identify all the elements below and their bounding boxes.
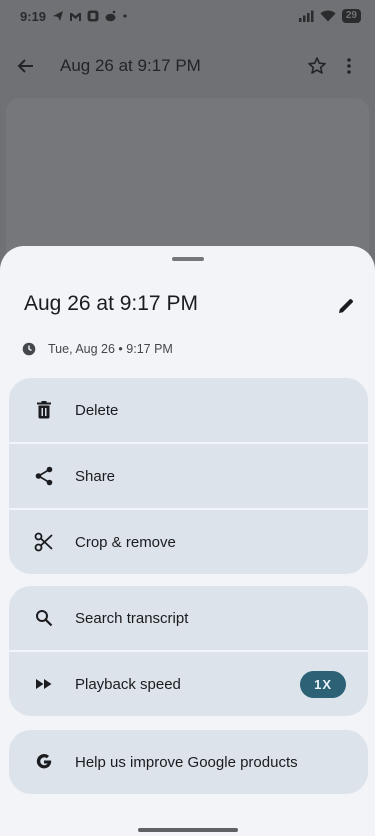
search-icon — [33, 607, 55, 629]
back-button[interactable] — [10, 50, 42, 82]
google-g-icon — [33, 751, 55, 773]
search-transcript-label: Search transcript — [75, 609, 189, 627]
fast-forward-icon — [33, 673, 55, 695]
playback-speed-badge[interactable]: 1X — [300, 670, 346, 698]
more-options-button[interactable] — [333, 50, 365, 82]
bottom-sheet: Aug 26 at 9:17 PM Tue, Aug 26 • 9:17 PM … — [0, 246, 375, 836]
gesture-navigation-bar[interactable] — [138, 828, 238, 832]
action-group-playback: Search transcript Playback speed 1X — [9, 586, 368, 716]
more-vert-icon — [347, 58, 351, 74]
action-group-feedback: Help us improve Google products — [9, 730, 368, 794]
signal-icon — [298, 10, 314, 22]
recording-timestamp: Tue, Aug 26 • 9:17 PM — [22, 342, 173, 356]
status-bar: 9:19 29 — [0, 0, 375, 32]
delete-label: Delete — [75, 401, 119, 419]
dot-icon — [123, 14, 127, 18]
trash-icon — [33, 399, 55, 421]
help-improve-label: Help us improve Google products — [75, 753, 298, 771]
share-icon — [33, 465, 55, 487]
top-app-bar: Aug 26 at 9:17 PM — [0, 44, 375, 88]
playback-speed-label: Playback speed — [75, 675, 181, 693]
pencil-icon — [339, 299, 353, 313]
wifi-icon — [320, 10, 336, 22]
top-bar-title: Aug 26 at 9:17 PM — [60, 56, 201, 75]
clock-icon — [22, 342, 36, 356]
action-group-file: Delete Share Crop & remove — [9, 378, 368, 574]
delete-button[interactable]: Delete — [9, 378, 368, 442]
arrow-back-icon — [17, 59, 33, 73]
gmail-icon — [70, 12, 82, 21]
search-transcript-button[interactable]: Search transcript — [9, 586, 368, 650]
crop-remove-label: Crop & remove — [75, 533, 176, 551]
status-time: 9:19 — [20, 8, 47, 24]
help-improve-button[interactable]: Help us improve Google products — [9, 730, 368, 794]
app-notification-icon — [87, 10, 99, 22]
favorite-button[interactable] — [301, 50, 333, 82]
edit-title-button[interactable] — [330, 290, 362, 322]
reddit-icon — [105, 10, 116, 22]
battery-indicator: 29 — [341, 9, 361, 23]
crop-remove-button[interactable]: Crop & remove — [9, 510, 368, 574]
timestamp-text: Tue, Aug 26 • 9:17 PM — [48, 342, 173, 356]
share-button[interactable]: Share — [9, 444, 368, 508]
playback-speed-button[interactable]: Playback speed 1X — [9, 652, 368, 716]
scissors-icon — [33, 531, 55, 553]
notification-icons — [52, 10, 128, 22]
sheet-title: Aug 26 at 9:17 PM — [24, 292, 198, 315]
share-label: Share — [75, 467, 116, 485]
drag-handle[interactable] — [172, 257, 204, 261]
star-outline-icon — [308, 57, 326, 74]
telegram-icon — [53, 11, 64, 21]
